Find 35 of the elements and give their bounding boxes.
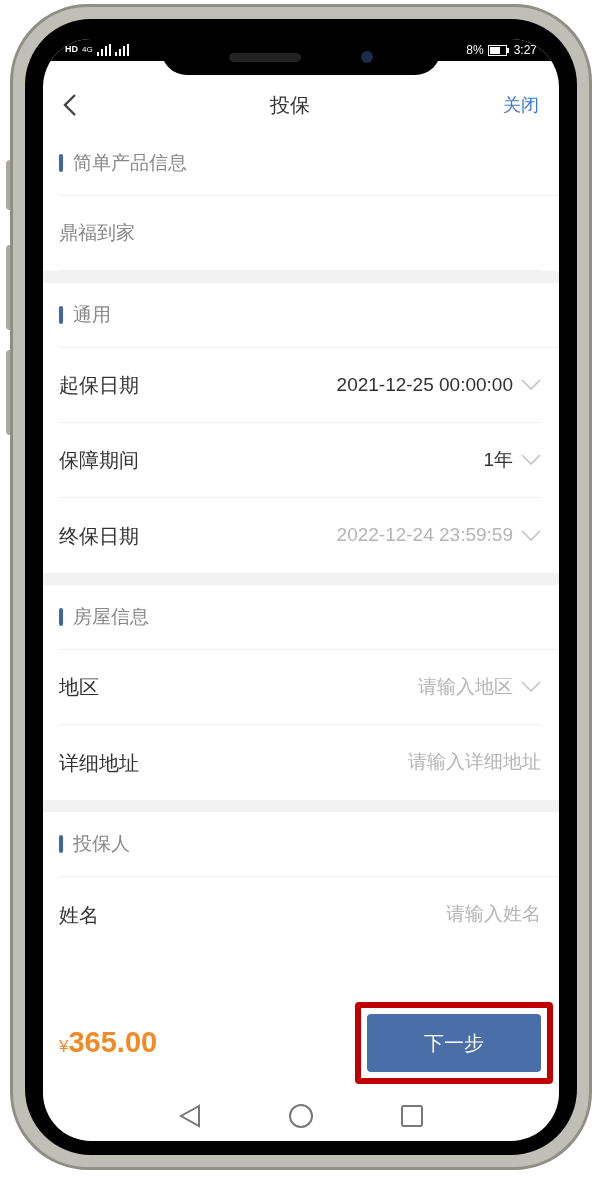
- signal-icon: [114, 44, 129, 56]
- chevron-down-icon: [521, 529, 541, 542]
- next-button[interactable]: 下一步: [367, 1014, 541, 1072]
- field-label: 保障期间: [59, 448, 139, 473]
- clock: 3:27: [513, 42, 537, 59]
- field-label: 姓名: [59, 902, 99, 928]
- hd-label: HD: [65, 43, 78, 57]
- section-title: 简单产品信息: [73, 150, 187, 175]
- home-nav-icon[interactable]: [289, 1104, 313, 1128]
- chevron-down-icon: [521, 379, 541, 391]
- field-label: 起保日期: [59, 373, 139, 398]
- select-field[interactable]: 2021-12-25 00:00:00: [336, 370, 541, 400]
- price: 365.00: [68, 1025, 158, 1061]
- field-label: 详细地址: [59, 750, 139, 776]
- field-label: 地区: [59, 675, 99, 700]
- field-label: 终保日期: [59, 523, 139, 549]
- close-link[interactable]: 关闭: [503, 91, 539, 119]
- recents-nav-icon[interactable]: [401, 1105, 423, 1127]
- select-field[interactable]: 1年: [483, 445, 541, 475]
- section-title: 投保人: [73, 831, 130, 856]
- section-title: 房屋信息: [73, 604, 149, 629]
- input-field[interactable]: 请输入详细地址: [321, 748, 541, 777]
- section-title: 通用: [73, 302, 111, 327]
- product-name: 鼎福到家: [59, 220, 135, 245]
- back-nav-icon[interactable]: [179, 1104, 201, 1128]
- network-label: 4G: [82, 44, 93, 56]
- input-field[interactable]: 请输入姓名: [321, 900, 541, 929]
- signal-icon: [96, 44, 111, 56]
- chevron-down-icon: [521, 681, 541, 693]
- chevron-down-icon: [521, 454, 541, 466]
- battery-percent: 8%: [466, 42, 484, 59]
- currency-symbol: ¥: [59, 1037, 69, 1059]
- page-title: 投保: [270, 93, 310, 118]
- battery-icon: [487, 44, 510, 56]
- back-icon[interactable]: [63, 93, 77, 117]
